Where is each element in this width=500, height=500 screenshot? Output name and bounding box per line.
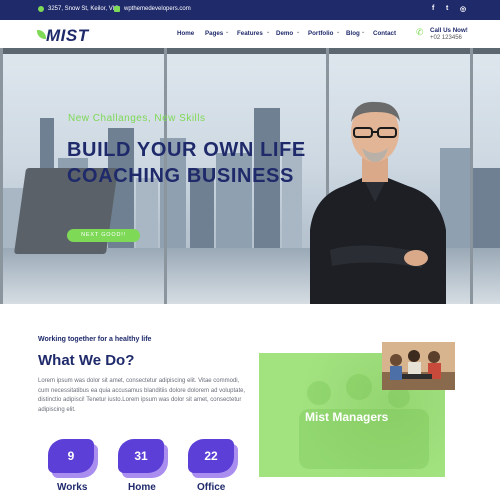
nav-item-pages[interactable]: Pages	[205, 30, 223, 37]
window-top-frame	[0, 48, 500, 54]
stat-label: Home	[128, 482, 156, 493]
window-frame	[0, 48, 3, 304]
stat-value: 31	[118, 439, 164, 473]
skyline-building	[470, 168, 500, 248]
about-kicker: Working together for a healthy life	[38, 336, 152, 343]
card-title: Mist Managers	[305, 410, 389, 424]
facebook-icon[interactable]: f	[432, 5, 434, 12]
top-bar: 3257, Snow St, Keilor, VIC wpthemedevelo…	[0, 0, 500, 20]
address-info: 3257, Snow St, Keilor, VIC	[38, 6, 119, 12]
chevron-down-icon: ⌄	[336, 29, 341, 35]
nav-item-blog[interactable]: Blog	[346, 30, 360, 37]
stat-value: 9	[48, 439, 94, 473]
stat-value: 22	[188, 439, 234, 473]
email-info[interactable]: wpthemedevelopers.com	[114, 6, 191, 12]
stat-label: Office	[197, 482, 226, 493]
nav-item-features[interactable]: Features	[237, 30, 263, 37]
call-title: Call Us Now!	[430, 27, 468, 34]
stat-office: 22	[188, 439, 238, 478]
coach-photo	[310, 101, 446, 304]
stat-home: 31	[118, 439, 168, 478]
nav-item-contact[interactable]: Contact	[373, 30, 396, 37]
twitter-icon[interactable]: t	[446, 5, 448, 12]
team-photo	[382, 342, 455, 390]
team-photo-image	[382, 342, 455, 390]
nav-item-home[interactable]: Home	[177, 30, 194, 37]
call-number[interactable]: +02 123456	[430, 35, 462, 41]
chevron-down-icon: ⌄	[296, 29, 301, 35]
email-icon	[114, 6, 120, 12]
window-frame	[470, 48, 473, 304]
address-text: 3257, Snow St, Keilor, VIC	[48, 6, 119, 12]
main-navbar: MIST Home Pages ⌄ Features ⌄ Demo ⌄ Port…	[0, 20, 500, 48]
nav-item-demo[interactable]: Demo	[276, 30, 293, 37]
hero-title: BUILD YOUR OWN LIFE COACHING BUSINESS	[67, 139, 306, 187]
hero-cta-button[interactable]: NEXT GOOD!!	[67, 229, 140, 242]
email-text[interactable]: wpthemedevelopers.com	[124, 6, 191, 12]
instagram-icon[interactable]: ◎	[460, 5, 466, 13]
location-icon	[38, 6, 44, 12]
about-heading: What We Do?	[38, 352, 135, 369]
chevron-down-icon: ⌄	[266, 29, 271, 35]
site-logo[interactable]: MIST	[37, 26, 89, 46]
nav-item-portfolio[interactable]: Portfolio	[308, 30, 333, 37]
chevron-down-icon: ⌄	[225, 29, 230, 35]
stat-label: Works	[57, 482, 88, 493]
stat-works: 9	[48, 439, 98, 478]
hero-subtitle: New Challanges, New Skills	[68, 113, 206, 124]
chevron-down-icon: ⌄	[361, 29, 366, 35]
phone-icon: ✆	[416, 27, 424, 37]
about-paragraph: Lorem ipsum was dolor sit amet, consecte…	[38, 378, 246, 413]
